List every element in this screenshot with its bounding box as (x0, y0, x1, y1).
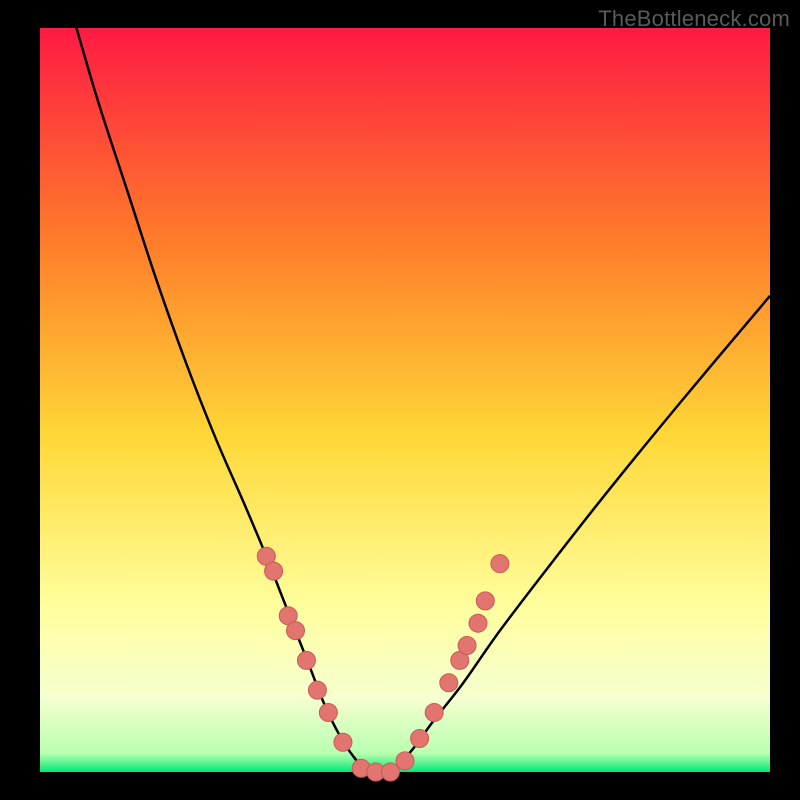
data-marker (476, 592, 494, 610)
chart-stage: TheBottleneck.com (0, 0, 800, 800)
data-marker (396, 752, 414, 770)
watermark-text: TheBottleneck.com (598, 6, 790, 32)
data-marker (334, 733, 352, 751)
data-marker (287, 622, 305, 640)
data-marker (411, 730, 429, 748)
data-marker (469, 614, 487, 632)
data-marker (308, 681, 326, 699)
data-marker (381, 763, 399, 781)
data-marker (297, 651, 315, 669)
data-marker (440, 674, 458, 692)
data-marker (491, 555, 509, 573)
data-marker (319, 703, 337, 721)
bottleneck-chart (0, 0, 800, 800)
plot-area (40, 28, 770, 772)
data-marker (458, 637, 476, 655)
data-marker (265, 562, 283, 580)
data-marker (425, 703, 443, 721)
